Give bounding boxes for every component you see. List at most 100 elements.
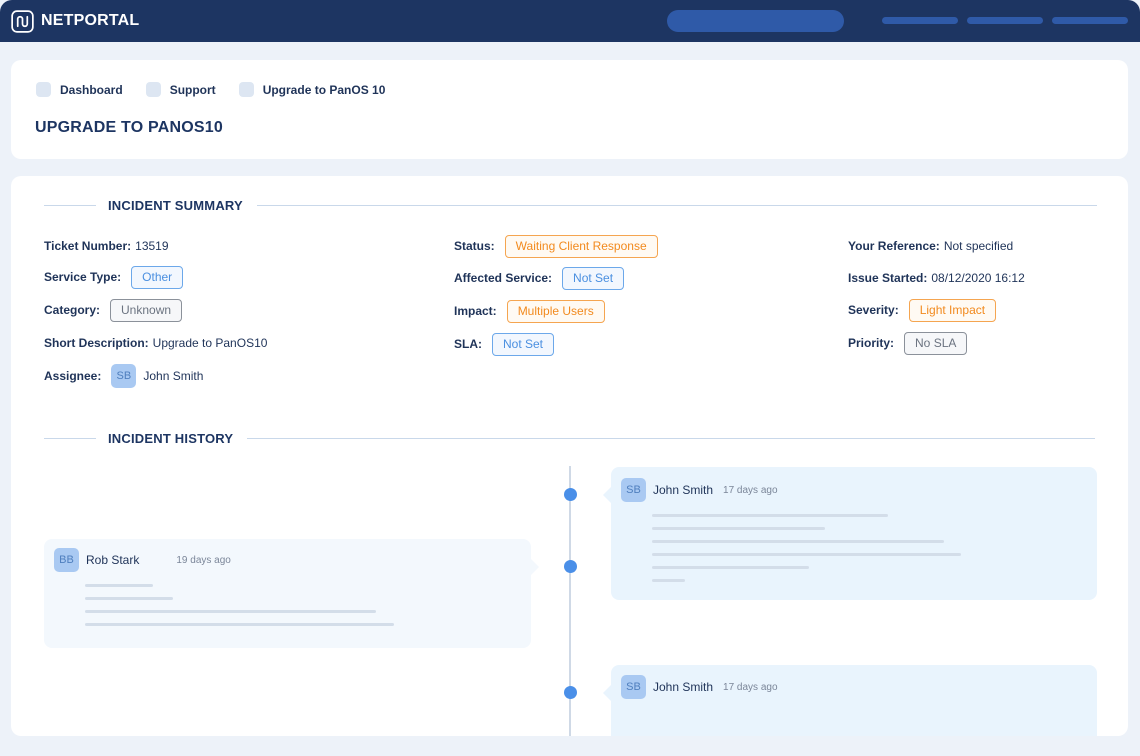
short-description-value: Upgrade to PanOS10 <box>152 336 268 350</box>
section-divider <box>44 438 96 439</box>
field-your-reference: Your Reference: Not specified <box>848 234 1013 258</box>
page-title: UPGRADE TO PANOS10 <box>35 119 223 136</box>
affected-service-badge: Not Set <box>562 266 625 290</box>
service-type-badge: Other <box>131 265 184 289</box>
top-navigation-bar: NETPORTAL <box>0 0 1140 42</box>
dashboard-icon <box>36 82 51 97</box>
history-entry[interactable]: BB Rob Stark 19 days ago <box>44 539 539 648</box>
breadcrumb-item-support[interactable]: Support <box>145 82 216 97</box>
nav-link-3[interactable] <box>1052 17 1128 24</box>
field-affected-service: Affected Service: Not Set <box>454 266 625 290</box>
avatar[interactable]: SB <box>621 675 646 699</box>
history-author[interactable]: Rob Stark <box>86 553 139 567</box>
breadcrumb: Dashboard Support Upgrade to PanOS 10 <box>36 82 408 97</box>
history-entry-header: BB Rob Stark 19 days ago <box>54 548 231 572</box>
history-text-placeholder <box>652 566 809 569</box>
page-header-card: Dashboard Support Upgrade to PanOS 10 UP… <box>11 60 1128 159</box>
bubble-tail <box>603 685 611 701</box>
sla-label: SLA: <box>454 337 482 351</box>
timeline-dot <box>564 686 577 699</box>
field-severity: Severity: Light Impact <box>848 298 997 322</box>
field-ticket-number: Ticket Number: 13519 <box>44 234 169 258</box>
short-description-label: Short Description: <box>44 336 149 350</box>
priority-badge: No SLA <box>904 331 968 355</box>
incident-summary-title: INCIDENT SUMMARY <box>108 198 243 213</box>
history-timestamp: 19 days ago <box>176 554 231 566</box>
history-timestamp: 17 days ago <box>723 484 778 496</box>
section-divider <box>247 438 1096 439</box>
field-priority: Priority: No SLA <box>848 331 968 355</box>
history-author[interactable]: John Smith <box>653 680 713 694</box>
support-icon <box>145 82 161 97</box>
history-entry[interactable]: SB John Smith 17 days ago <box>603 665 1097 736</box>
brand-name: NETPORTAL <box>41 12 140 29</box>
field-sla: SLA: Not Set <box>454 332 555 356</box>
section-divider <box>44 205 96 206</box>
history-text-placeholder <box>652 527 825 530</box>
incident-details-card: INCIDENT SUMMARY Ticket Number: 13519 Se… <box>11 176 1128 736</box>
netportal-logo-icon <box>11 9 34 33</box>
assignee-name[interactable]: John Smith <box>143 369 203 383</box>
your-reference-label: Your Reference: <box>848 239 940 253</box>
category-badge: Unknown <box>110 298 183 322</box>
assignee-label: Assignee: <box>44 369 102 383</box>
bubble-tail <box>603 487 611 503</box>
severity-badge: Light Impact <box>908 298 997 322</box>
ticket-number-value: 13519 <box>135 239 169 253</box>
breadcrumb-item-current[interactable]: Upgrade to PanOS 10 <box>238 82 386 97</box>
incident-summary-header: INCIDENT SUMMARY <box>44 198 1097 213</box>
impact-label: Impact: <box>454 304 497 318</box>
incident-history-title: INCIDENT HISTORY <box>108 431 234 446</box>
history-timestamp: 17 days ago <box>723 681 778 693</box>
breadcrumb-label: Support <box>169 82 216 97</box>
breadcrumb-item-dashboard[interactable]: Dashboard <box>36 82 123 97</box>
issue-started-label: Issue Started: <box>848 271 928 285</box>
history-text-placeholder <box>652 553 961 556</box>
field-short-description: Short Description: Upgrade to PanOS10 <box>44 331 267 355</box>
bubble-tail <box>531 559 539 575</box>
brand[interactable]: NETPORTAL <box>11 9 139 33</box>
timeline-dot <box>564 560 577 573</box>
nav-link-1[interactable] <box>882 17 958 24</box>
history-author[interactable]: John Smith <box>653 483 713 497</box>
avatar[interactable]: SB <box>111 364 137 388</box>
avatar[interactable]: SB <box>621 478 646 502</box>
field-category: Category: Unknown <box>44 298 183 322</box>
search-bar[interactable] <box>667 10 844 32</box>
history-text-placeholder <box>85 610 376 613</box>
severity-label: Severity: <box>848 303 899 317</box>
service-type-label: Service Type: <box>44 270 122 284</box>
ticket-icon <box>238 82 254 97</box>
incident-history-header: INCIDENT HISTORY <box>44 431 1096 446</box>
issue-started-value: 08/12/2020 16:12 <box>931 271 1025 285</box>
nav-link-2[interactable] <box>967 17 1043 24</box>
priority-label: Priority: <box>848 336 895 350</box>
breadcrumb-label: Upgrade to PanOS 10 <box>262 82 386 97</box>
field-status: Status: Waiting Client Response <box>454 234 658 258</box>
section-divider <box>256 205 1097 206</box>
impact-badge: Multiple Users <box>506 299 605 323</box>
field-assignee: Assignee: SB John Smith <box>44 364 203 388</box>
sla-badge: Not Set <box>492 332 555 356</box>
history-text-placeholder <box>85 584 153 587</box>
field-service-type: Service Type: Other <box>44 265 184 289</box>
timeline-dot <box>564 488 577 501</box>
history-text-placeholder <box>652 540 944 543</box>
status-label: Status: <box>454 239 495 253</box>
avatar[interactable]: BB <box>54 548 79 572</box>
history-text-placeholder <box>652 579 685 582</box>
history-entry-header: SB John Smith 17 days ago <box>621 675 778 699</box>
app-window: NETPORTAL Dashboard Support Upgrade to P… <box>0 0 1140 756</box>
field-impact: Impact: Multiple Users <box>454 299 605 323</box>
history-text-placeholder <box>85 597 173 600</box>
status-badge: Waiting Client Response <box>504 234 658 258</box>
history-entry-header: SB John Smith 17 days ago <box>621 478 778 502</box>
history-text-placeholder <box>652 514 888 517</box>
ticket-number-label: Ticket Number: <box>44 239 132 253</box>
history-entry[interactable]: SB John Smith 17 days ago <box>603 467 1097 600</box>
affected-service-label: Affected Service: <box>454 271 553 285</box>
field-issue-started: Issue Started: 08/12/2020 16:12 <box>848 266 1025 290</box>
history-text-placeholder <box>85 623 394 626</box>
breadcrumb-label: Dashboard <box>60 82 123 97</box>
your-reference-value: Not specified <box>943 239 1014 253</box>
